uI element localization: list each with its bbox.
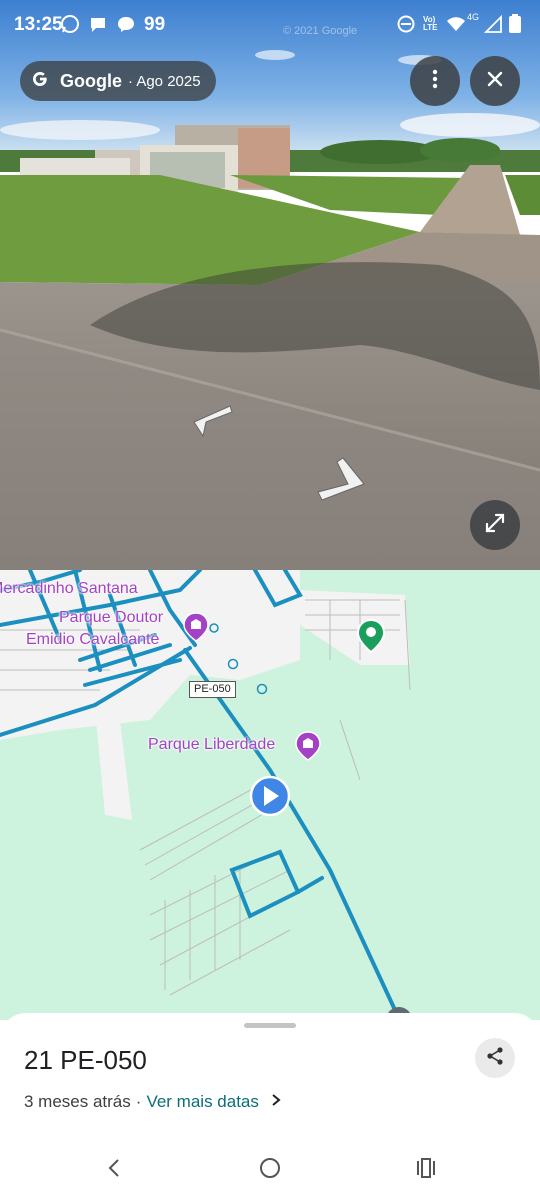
street-view-panorama[interactable]: 13:25 99 © 2021 Google Vo) LTE 4G Google… (0, 0, 540, 570)
share-icon (485, 1046, 505, 1071)
battery-icon (508, 14, 528, 34)
share-button[interactable] (475, 1038, 515, 1078)
location-pin-icon (356, 618, 386, 654)
status-time: 13:25 (14, 14, 63, 35)
street-view-position-marker[interactable] (249, 775, 291, 822)
map-label-parque-doutor-line1[interactable]: Parque Doutor (59, 609, 163, 627)
system-nav-bar (0, 1140, 540, 1200)
more-options-button[interactable] (410, 56, 460, 106)
imagery-age-row: 3 meses atrás · Ver mais datas (24, 1092, 281, 1112)
chevron-right-icon[interactable] (271, 1092, 281, 1112)
close-street-view-button[interactable] (470, 56, 520, 106)
network-type: 4G (467, 12, 480, 22)
navigation-arrow-icon (249, 775, 291, 817)
drag-handle[interactable] (244, 1023, 296, 1028)
road-shield-pe050: PE-050 (189, 681, 236, 698)
dnd-icon (396, 14, 416, 34)
map-label-mercadinho[interactable]: Mercadinho Santana (0, 580, 138, 598)
recents-button[interactable] (406, 1150, 446, 1190)
google-g-icon (30, 69, 50, 94)
separator-dot: · (135, 1092, 142, 1111)
notification-count: 99 (144, 14, 166, 35)
imagery-age: 3 meses atrás (24, 1092, 131, 1111)
park-poi-marker[interactable] (183, 612, 209, 647)
chat-icon (88, 14, 108, 34)
status-bar: 13:25 99 © 2021 Google Vo) LTE 4G (0, 0, 540, 50)
expand-icon (483, 511, 507, 540)
whatsapp-icon (60, 14, 80, 34)
back-icon (106, 1158, 122, 1183)
recents-icon (415, 1157, 437, 1183)
google-brand-label: Google (60, 70, 122, 91)
park-icon (295, 731, 321, 761)
wifi-icon (446, 14, 466, 34)
imagery-date-chip[interactable]: Google · Ago 2025 (20, 61, 216, 101)
home-icon (259, 1157, 281, 1184)
map-label-parque-doutor-line2[interactable]: Emidio Cavalcante (26, 631, 159, 649)
park-poi-marker-liberdade[interactable] (295, 731, 321, 766)
place-title: 21 PE-050 (24, 1045, 147, 1075)
messenger-icon (116, 14, 136, 34)
fullscreen-button[interactable] (470, 500, 520, 550)
home-button[interactable] (250, 1150, 290, 1190)
see-more-dates-link[interactable]: Ver mais datas (146, 1092, 258, 1112)
map-label-parque-liberdade[interactable]: Parque Liberdade (148, 736, 275, 754)
volte-icon: Vo) LTE (423, 15, 438, 32)
google-copyright-watermark: © 2021 Google (283, 25, 358, 37)
mini-map[interactable]: Mercadinho Santana Parque Doutor Emidio … (0, 570, 540, 1020)
more-vert-icon (432, 69, 438, 94)
capture-date: · Ago 2025 (128, 72, 201, 90)
place-pin[interactable] (356, 618, 386, 659)
close-icon (486, 70, 504, 93)
signal-icon (483, 14, 504, 34)
back-button[interactable] (94, 1150, 134, 1190)
park-icon (183, 612, 209, 642)
